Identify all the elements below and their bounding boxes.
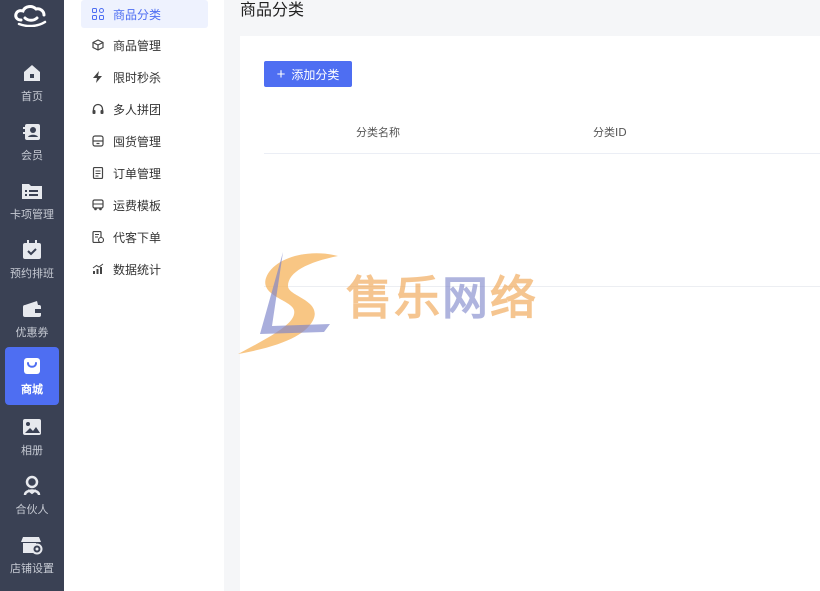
rail-item-label: 优惠券: [15, 326, 49, 339]
submenu-item-label: 商品管理: [113, 38, 162, 53]
rail-item-home[interactable]: 首页: [5, 54, 59, 112]
bar-chart-icon: [91, 262, 105, 276]
box-icon: [91, 38, 105, 52]
submenu-item-statistics[interactable]: 数据统计: [81, 255, 208, 283]
rail-item-label: 商城: [21, 383, 43, 396]
rail-item-album[interactable]: 相册: [5, 408, 59, 466]
rail-item-store-settings[interactable]: 店铺设置: [5, 526, 59, 584]
rail-item-label: 合伙人: [15, 503, 49, 516]
primary-sidebar: 首页 会员 卡项管理 预约排班 优惠券 商城 相册 合伙人 店铺设置: [0, 0, 64, 591]
submenu-item-category[interactable]: 商品分类: [81, 0, 208, 28]
submenu-item-label: 订单管理: [113, 166, 162, 181]
submenu-item-freight[interactable]: 运费模板: [81, 191, 208, 219]
submenu-item-products[interactable]: 商品管理: [81, 31, 208, 59]
rail-item-partner[interactable]: 合伙人: [5, 467, 59, 525]
submenu-item-label: 代客下单: [113, 230, 162, 245]
order-doc-icon: [91, 166, 105, 180]
rail-item-label: 店铺设置: [10, 562, 54, 575]
submenu-item-label: 运费模板: [113, 198, 162, 213]
table-header: 分类名称 分类ID: [264, 116, 820, 154]
shopping-bag-icon: [21, 355, 43, 377]
rail-item-mall[interactable]: 商城: [5, 347, 59, 405]
rail-item-member[interactable]: 会员: [5, 113, 59, 171]
submenu-item-stock[interactable]: 囤货管理: [81, 127, 208, 155]
rail-item-label: 会员: [21, 149, 43, 162]
rail-item-cards[interactable]: 卡项管理: [5, 172, 59, 230]
rail-item-label: 卡项管理: [10, 208, 54, 221]
headset-icon: [91, 102, 105, 116]
truck-icon: [91, 198, 105, 212]
home-icon: [21, 62, 43, 84]
content-card: + 添加分类 分类名称 分类ID: [240, 36, 820, 591]
submenu-item-label: 数据统计: [113, 262, 162, 277]
rail-item-schedule[interactable]: 预约排班: [5, 231, 59, 289]
folder-list-icon: [21, 180, 43, 202]
submenu-item-proxy-order[interactable]: 代客下单: [81, 223, 208, 251]
partner-icon: [21, 475, 43, 497]
column-header-category-id: 分类ID: [593, 126, 627, 139]
secondary-menu: 商品分类 商品管理 限时秒杀 多人拼团 囤货管理 订单管理 运费模板 代客下单 …: [64, 0, 224, 591]
submenu-item-flash-sale[interactable]: 限时秒杀: [81, 63, 208, 91]
submenu-item-label: 商品分类: [113, 7, 162, 22]
submenu-item-group-buy[interactable]: 多人拼团: [81, 95, 208, 123]
rail-item-coupon[interactable]: 优惠券: [5, 290, 59, 348]
rail-item-label: 首页: [21, 90, 43, 103]
submenu-item-orders[interactable]: 订单管理: [81, 159, 208, 187]
plus-icon: +: [276, 65, 286, 83]
column-header-category-name: 分类名称: [356, 126, 400, 139]
wallet-icon: [21, 298, 43, 320]
image-icon: [21, 416, 43, 438]
submenu-item-label: 限时秒杀: [113, 70, 162, 85]
divider: [264, 286, 820, 287]
app-logo[interactable]: [0, 0, 64, 30]
order-form-icon: [91, 230, 105, 244]
page-title: 商品分类: [240, 0, 305, 19]
rail-item-label: 相册: [21, 444, 43, 457]
submenu-item-label: 多人拼团: [113, 102, 162, 117]
add-category-button[interactable]: + 添加分类: [264, 61, 352, 87]
member-card-icon: [21, 121, 43, 143]
submenu-item-label: 囤货管理: [113, 134, 162, 149]
cloud-logo-icon: [14, 5, 47, 27]
storage-icon: [91, 134, 105, 148]
add-category-label: 添加分类: [291, 67, 340, 82]
lightning-icon: [91, 70, 105, 84]
grid-icon: [91, 7, 105, 21]
rail-item-label: 预约排班: [10, 267, 54, 280]
store-settings-icon: [21, 534, 43, 556]
calendar-check-icon: [21, 239, 43, 261]
